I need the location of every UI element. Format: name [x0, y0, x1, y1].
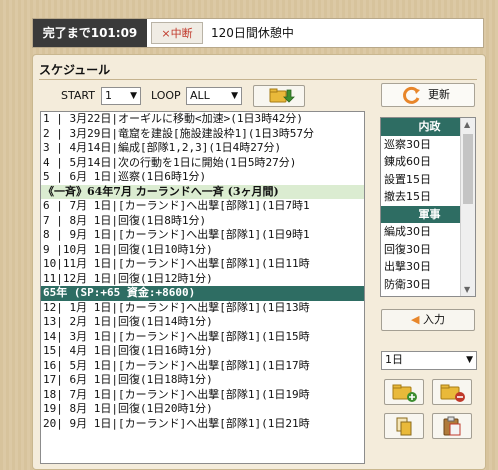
- start-select[interactable]: 1 ▼: [101, 87, 141, 105]
- scrollbar-thumb[interactable]: [463, 134, 473, 204]
- loop-label: LOOP: [151, 89, 181, 102]
- start-label: START: [61, 89, 95, 102]
- command-list-scrollbar[interactable]: ▲ ▼: [460, 118, 475, 296]
- schedule-row[interactable]: 7 | 8月 1日|回復(1日8時1分): [41, 214, 364, 229]
- schedule-row[interactable]: 1 | 3月22日|オーギルに移動<加速>(1日3時42分): [41, 112, 364, 127]
- day-select[interactable]: 1日 ▼: [381, 351, 477, 370]
- panel-divider: [39, 79, 477, 80]
- paste-button[interactable]: [432, 413, 472, 439]
- start-select-value: 1: [105, 89, 112, 102]
- schedule-row[interactable]: 5 | 6月 1日|巡察(1日6時1分): [41, 170, 364, 185]
- folder-remove-icon: [440, 384, 465, 402]
- schedule-row[interactable]: 13| 2月 1日|回復(1日14時1分): [41, 315, 364, 330]
- chevron-down-icon: ▼: [231, 91, 238, 101]
- add-button[interactable]: [384, 379, 424, 405]
- reload-label: 更新: [428, 88, 450, 101]
- schedule-row[interactable]: 16| 5月 1日|[カーランド]へ出撃[部隊1](1日17時: [41, 359, 364, 374]
- chevron-down-icon: ▼: [130, 91, 137, 101]
- folder-arrow-icon: [269, 88, 295, 103]
- schedule-row[interactable]: 6 | 7月 1日|[カーランド]へ出撃[部隊1](1日7時1: [41, 199, 364, 214]
- panel-title: スケジュール: [39, 63, 111, 77]
- enter-label: 入力: [422, 313, 445, 326]
- copy-icon: [396, 417, 412, 436]
- day-select-value: 1日: [385, 353, 403, 366]
- scroll-down-icon[interactable]: ▼: [464, 285, 470, 294]
- move-down-button[interactable]: [253, 85, 305, 107]
- schedule-list[interactable]: 1 | 3月22日|オーギルに移動<加速>(1日3時42分) 2 | 3月29日|…: [40, 111, 365, 464]
- cancel-button[interactable]: ×中断: [151, 22, 203, 44]
- schedule-row[interactable]: 19| 8月 1日|回復(1日20時1分): [41, 402, 364, 417]
- schedule-row[interactable]: 15| 4月 1日|回復(1日16時1分): [41, 344, 364, 359]
- enter-button[interactable]: ◀ 入力: [381, 309, 475, 331]
- loop-select[interactable]: ALL ▼: [186, 87, 242, 105]
- paste-icon: [443, 416, 461, 436]
- countdown-timer: 完了まで101:09: [33, 19, 147, 47]
- schedule-row[interactable]: 17| 6月 1日|回復(1日18時1分): [41, 373, 364, 388]
- schedule-panel: スケジュール START 1 ▼ LOOP ALL ▼ 更新 1 | 3月22日…: [32, 54, 486, 470]
- folder-add-icon: [392, 384, 417, 402]
- schedule-row[interactable]: 2 | 3月29日|竜窟を建設[施設建設枠1](1日3時57分: [41, 127, 364, 142]
- scroll-up-icon[interactable]: ▲: [464, 120, 470, 129]
- schedule-row[interactable]: 3 | 4月14日|編成[部隊1,2,3](1日4時27分): [41, 141, 364, 156]
- status-text: 120日間休憩中: [211, 26, 294, 40]
- loop-select-value: ALL: [190, 89, 210, 102]
- schedule-row[interactable]: 14| 3月 1日|[カーランド]へ出撃[部隊1](1日15時: [41, 330, 364, 345]
- chevron-down-icon: ▼: [466, 355, 473, 365]
- schedule-row[interactable]: 20| 9月 1日|[カーランド]へ出撃[部隊1](1日21時: [41, 417, 364, 432]
- copy-button[interactable]: [384, 413, 424, 439]
- reload-icon: [403, 86, 420, 104]
- group-header-row[interactable]: 《一斉》64年7月 カーランドへ一斉 (3ヶ月間): [41, 184, 364, 199]
- year-summary-row[interactable]: 65年 (SP:+65 資金:+8600): [41, 286, 364, 301]
- remove-button[interactable]: [432, 379, 472, 405]
- schedule-row[interactable]: 10|11月 1日|[カーランド]へ出撃[部隊1](1日11時: [41, 257, 364, 272]
- schedule-row[interactable]: 8 | 9月 1日|[カーランド]へ出撃[部隊1](1日9時1: [41, 228, 364, 243]
- schedule-row[interactable]: 9 |10月 1日|回復(1日10時1分): [41, 243, 364, 258]
- arrow-left-icon: ◀: [411, 313, 420, 326]
- command-list[interactable]: 内政 巡察30日 錬成60日 設置15日 撤去15日 軍事 編成30日 回復30日 出撃30日防…: [380, 117, 476, 297]
- reload-button[interactable]: 更新: [381, 83, 475, 107]
- schedule-row[interactable]: 11|12月 1日|回復(1日12時1分): [41, 272, 364, 287]
- schedule-row[interactable]: 4 | 5月14日|次の行動を1日に開始(1日5時27分): [41, 156, 364, 171]
- schedule-row[interactable]: 12| 1月 1日|[カーランド]へ出撃[部隊1](1日13時: [41, 301, 364, 316]
- schedule-row[interactable]: 18| 7月 1日|[カーランド]へ出撃[部隊1](1日19時: [41, 388, 364, 403]
- status-bar: 完了まで101:09 ×中断 120日間休憩中: [32, 18, 484, 48]
